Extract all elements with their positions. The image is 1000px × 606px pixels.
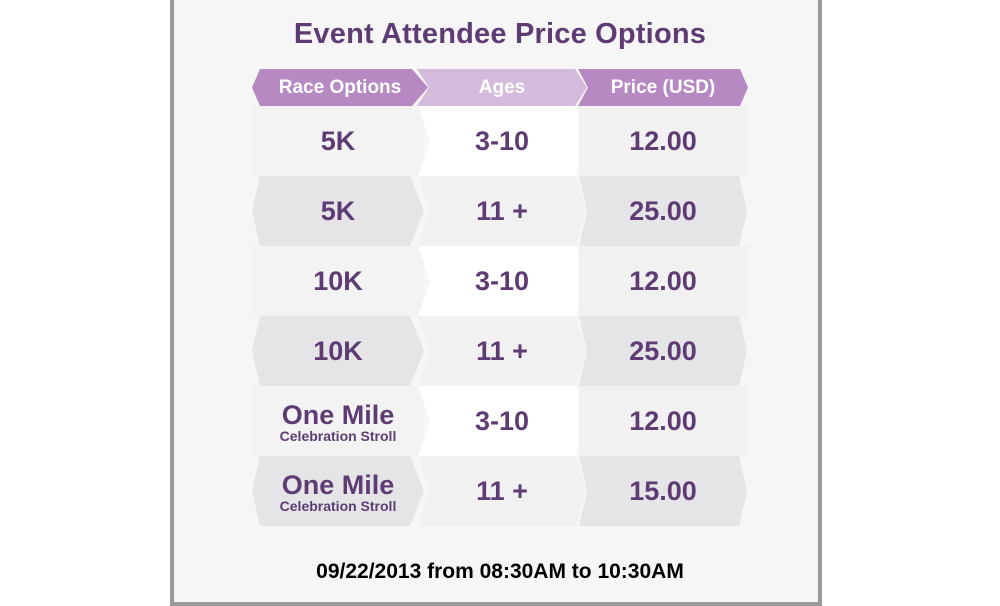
price-cell: 12.00 <box>579 246 747 316</box>
ages-cell: 11 + <box>418 176 586 246</box>
price-cell: 25.00 <box>579 176 747 246</box>
ages-cell: 3-10 <box>418 246 586 316</box>
ages-cell: 3-10 <box>418 386 586 456</box>
ages-cell: 3-10 <box>418 106 586 176</box>
ages-label: 3-10 <box>474 406 530 436</box>
race-option-label: One Mile <box>281 399 395 430</box>
race-option-label: 10K <box>313 266 363 296</box>
race-option-cell: One Mile Celebration Stroll <box>252 456 424 526</box>
ages-label: 11 + <box>476 476 528 506</box>
price-cell: 12.00 <box>579 106 747 176</box>
table-row: One Mile Celebration Stroll 3-10 12.00 <box>0 386 1000 456</box>
ages-label: 3-10 <box>474 126 530 156</box>
price-label: 25.00 <box>629 336 697 366</box>
ages-cell: 11 + <box>418 456 586 526</box>
table-row: 5K 3-10 12.00 <box>0 106 1000 176</box>
race-option-sublabel: Celebration Stroll <box>279 427 397 444</box>
ages-label: 11 + <box>476 336 528 366</box>
header-price: Price (USD) <box>578 69 748 106</box>
table-row: One Mile Celebration Stroll 11 + 15.00 <box>0 456 1000 526</box>
price-cell: 15.00 <box>579 456 747 526</box>
race-option-label: 5K <box>320 126 356 156</box>
race-option-label: 5K <box>320 196 356 226</box>
header-ages: Ages <box>417 69 587 106</box>
ages-label: 11 + <box>476 196 528 226</box>
page-title: Event Attendee Price Options <box>293 18 707 50</box>
price-cell: 12.00 <box>579 386 747 456</box>
header-race-options: Race Options <box>252 69 428 106</box>
race-option-cell: 5K <box>252 106 424 176</box>
price-label: 15.00 <box>629 476 697 506</box>
race-option-cell: 10K <box>252 316 424 386</box>
table-row: 10K 3-10 12.00 <box>0 246 1000 316</box>
race-option-label: One Mile <box>281 469 395 500</box>
price-label: 25.00 <box>629 196 697 226</box>
table-row: 10K 11 + 25.00 <box>0 316 1000 386</box>
table-row: 5K 11 + 25.00 <box>0 176 1000 246</box>
race-option-sublabel: Celebration Stroll <box>279 497 397 514</box>
ages-cell: 11 + <box>418 316 586 386</box>
ages-label: 3-10 <box>474 266 530 296</box>
event-date-time: 09/22/2013 from 08:30AM to 10:30AM <box>316 560 684 583</box>
race-option-cell: One Mile Celebration Stroll <box>252 386 424 456</box>
price-label: 12.00 <box>629 406 697 436</box>
price-cell: 25.00 <box>579 316 747 386</box>
price-label: 12.00 <box>629 266 697 296</box>
race-option-label: 10K <box>313 336 363 366</box>
price-label: 12.00 <box>629 126 697 156</box>
race-option-cell: 5K <box>252 176 424 246</box>
race-option-cell: 10K <box>252 246 424 316</box>
